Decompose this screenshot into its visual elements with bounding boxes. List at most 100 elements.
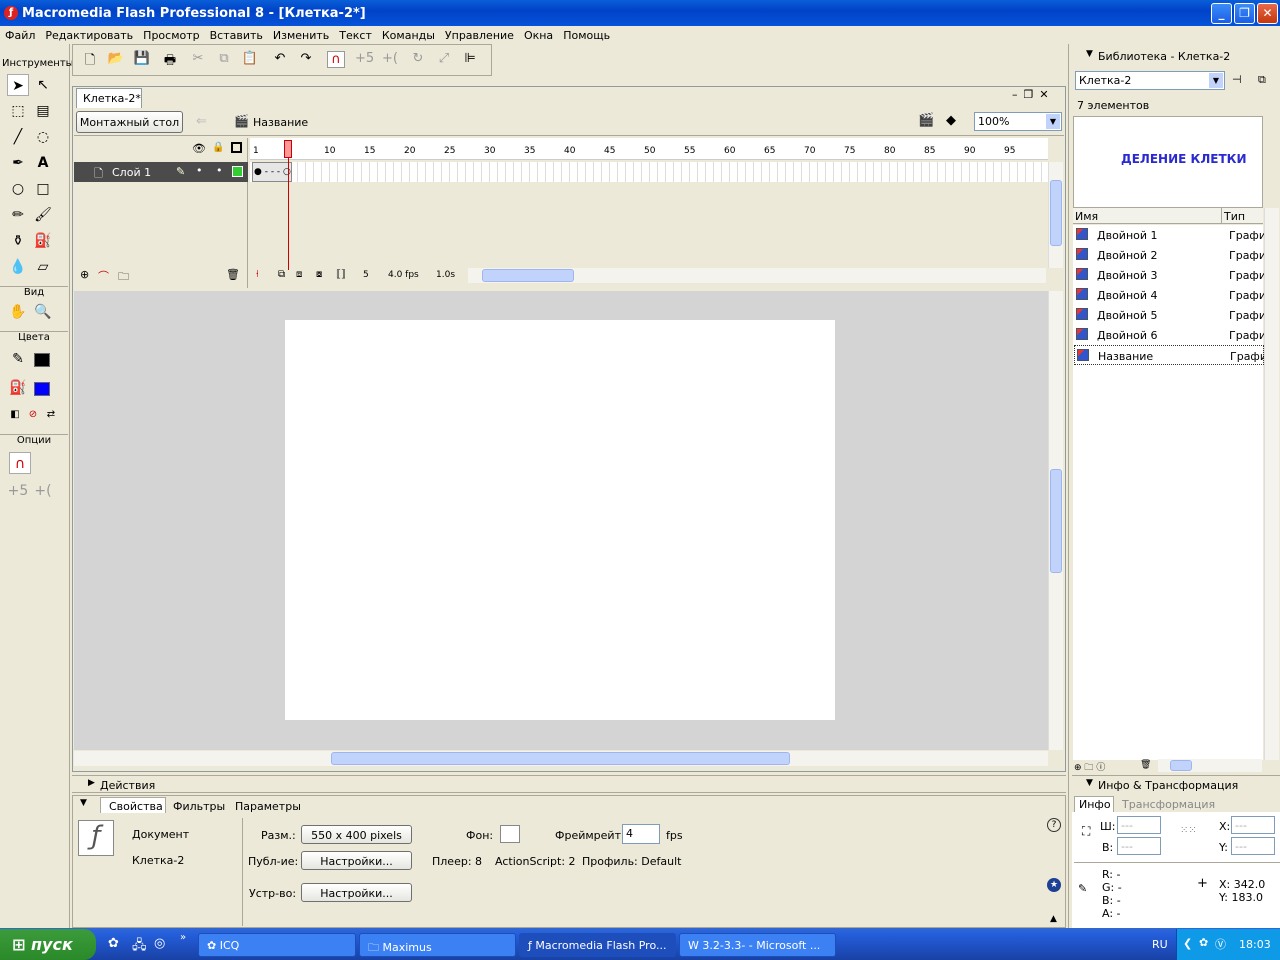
library-item-selected[interactable]: Название Графи <box>1074 345 1267 365</box>
straighten-toolbar-icon[interactable]: +( <box>381 51 399 66</box>
line-tool-icon[interactable]: ╱ <box>7 126 29 148</box>
stage-h-scrollbar[interactable] <box>74 751 1048 766</box>
save-icon[interactable]: 💾 <box>133 51 151 66</box>
tab-properties[interactable]: Свойства <box>100 797 166 813</box>
straighten-icon[interactable]: +( <box>32 480 54 502</box>
scale-icon[interactable]: ⤢ <box>435 51 453 66</box>
library-header[interactable]: ▼ Библиотека - Клетка-2 <box>1072 48 1280 64</box>
open-file-icon[interactable]: 📂 <box>107 51 125 66</box>
opera-quicklaunch-icon[interactable]: ◎ <box>154 936 165 951</box>
column-name[interactable]: Имя <box>1075 210 1098 223</box>
add-guide-layer-icon[interactable]: ⌒ <box>98 268 109 284</box>
minimize-button[interactable]: _ <box>1211 3 1232 24</box>
timeline-h-thumb[interactable] <box>482 269 574 282</box>
lasso-tool-icon[interactable]: ◌ <box>32 126 54 148</box>
library-select[interactable]: Клетка-2 ▼ <box>1075 71 1225 90</box>
column-type[interactable]: Тип <box>1224 210 1245 223</box>
tab-transform[interactable]: Трансформация <box>1122 798 1215 811</box>
stroke-color-swatch[interactable] <box>34 353 50 367</box>
menu-modify[interactable]: Изменить <box>268 29 334 42</box>
zoom-select[interactable]: 100% ▼ <box>974 112 1062 131</box>
center-frame-icon[interactable]: ⍿ <box>256 269 259 280</box>
pen-tool-icon[interactable]: ✒ <box>7 152 29 174</box>
paint-bucket-tool-icon[interactable]: ⛽ <box>32 230 54 252</box>
free-transform-tool-icon[interactable]: ⬚ <box>7 100 29 122</box>
library-item[interactable]: Двойной 4 Графи <box>1074 285 1266 305</box>
snap-magnet-toolbar-icon[interactable]: ∩ <box>327 51 345 68</box>
playhead[interactable] <box>284 140 292 158</box>
menu-text[interactable]: Текст <box>334 29 377 42</box>
pin-library-icon[interactable]: ⊣ <box>1232 73 1242 86</box>
document-tab[interactable]: Клетка-2* <box>76 88 142 108</box>
expand-arrow-icon[interactable]: ▼ <box>1086 49 1093 59</box>
back-arrow-icon[interactable]: ⇐ <box>196 114 207 129</box>
onion-outlines-icon[interactable]: ⧈ <box>296 269 302 280</box>
tab-filters[interactable]: Фильтры <box>173 800 225 813</box>
keyframe-span[interactable]: ● - - - ○ <box>252 162 292 182</box>
hand-tool-icon[interactable]: ✋ <box>7 301 29 323</box>
add-layer-icon[interactable]: ⊕ <box>80 268 89 281</box>
undo-icon[interactable]: ↶ <box>271 51 289 66</box>
library-v-scrollbar[interactable] <box>1264 208 1279 760</box>
quicklaunch-more-icon[interactable]: » <box>180 932 186 943</box>
x-field[interactable]: --- <box>1231 816 1275 834</box>
new-library-icon[interactable]: ⧉ <box>1258 73 1266 87</box>
actions-panel-header[interactable]: ▶ Действия <box>72 775 1066 793</box>
new-file-icon[interactable]: 🗋 <box>81 51 99 73</box>
size-button[interactable]: 550 x 400 pixels <box>301 825 412 844</box>
ink-bottle-tool-icon[interactable]: ⚱ <box>7 230 29 252</box>
antivirus-tray-icon[interactable]: Ⓥ <box>1215 936 1226 952</box>
add-folder-icon[interactable]: 🗀 <box>118 268 129 287</box>
oval-tool-icon[interactable]: ○ <box>7 178 29 200</box>
cut-icon[interactable]: ✂ <box>189 51 207 66</box>
snap-magnet-icon[interactable]: ∩ <box>9 452 31 474</box>
edit-multiple-icon[interactable]: ⧇ <box>316 269 322 280</box>
redo-icon[interactable]: ↷ <box>297 51 315 66</box>
lock-icon[interactable]: 🔒 <box>212 142 224 153</box>
fill-color-swatch[interactable] <box>34 382 50 396</box>
height-field[interactable]: --- <box>1117 837 1161 855</box>
chevron-down-icon[interactable]: ▼ <box>1209 73 1223 88</box>
icq-quicklaunch-icon[interactable]: ✿ <box>108 936 119 951</box>
publish-settings-button[interactable]: Настройки... <box>301 851 412 870</box>
edit-scene-icon[interactable]: 🎬 <box>918 113 934 128</box>
taskbar-item-word[interactable]: W 3.2-3.3- - Microsoft ... <box>679 933 836 957</box>
new-folder-icon[interactable]: 🗀 <box>1084 763 1093 773</box>
edit-symbols-icon[interactable]: ◆ <box>946 113 956 128</box>
start-button[interactable]: ⊞ пуск <box>0 929 96 960</box>
menu-view[interactable]: Просмотр <box>138 29 204 42</box>
width-field[interactable]: --- <box>1117 816 1161 834</box>
taskbar-item-maximus[interactable]: 🗀 Maximus <box>359 933 516 957</box>
smooth-toolbar-icon[interactable]: +5 <box>355 51 374 66</box>
library-item[interactable]: Двойной 1 Графи <box>1074 225 1266 245</box>
rectangle-tool-icon[interactable]: □ <box>32 178 54 200</box>
rotate-icon[interactable]: ↻ <box>409 51 427 66</box>
chevron-down-icon[interactable]: ▼ <box>1046 114 1060 129</box>
taskbar-item-flash[interactable]: ƒ Macromedia Flash Pro... <box>519 933 676 957</box>
new-symbol-icon[interactable]: ⊕ <box>1074 763 1082 773</box>
subselect-tool-icon[interactable]: ↖ <box>32 74 54 96</box>
menu-edit[interactable]: Редактировать <box>40 29 138 42</box>
maximize-button[interactable]: ❐ <box>1234 3 1255 24</box>
collapse-arrow-icon[interactable]: ▶ <box>88 778 95 788</box>
device-settings-button[interactable]: Настройки... <box>301 883 412 902</box>
accessibility-icon[interactable]: ★ <box>1047 878 1061 892</box>
symbol-label[interactable]: Название <box>253 116 308 129</box>
library-item[interactable]: Двойной 5 Графи <box>1074 305 1266 325</box>
paste-icon[interactable]: 📋 <box>241 51 259 66</box>
library-h-scrollbar[interactable] <box>1158 759 1262 772</box>
tab-info[interactable]: Инфо <box>1074 796 1114 812</box>
timeline-h-scrollbar[interactable] <box>468 268 1046 283</box>
arrow-tool-icon[interactable]: ➤ <box>7 74 29 96</box>
fill-transform-tool-icon[interactable]: ▤ <box>32 100 54 122</box>
menu-help[interactable]: Помощь <box>558 29 615 42</box>
lock-dot[interactable]: • <box>216 164 223 177</box>
text-tool-icon[interactable]: A <box>32 152 54 174</box>
timeline-v-thumb[interactable] <box>1050 180 1062 246</box>
expand-arrow-icon[interactable]: ▼ <box>80 798 87 808</box>
timeline-v-scrollbar[interactable] <box>1048 162 1063 268</box>
expand-arrow-icon[interactable]: ▼ <box>1086 778 1093 788</box>
timeline-button[interactable]: Монтажный стол <box>76 111 183 133</box>
help-icon[interactable]: ? <box>1047 818 1061 832</box>
menu-file[interactable]: Файл <box>0 29 40 42</box>
